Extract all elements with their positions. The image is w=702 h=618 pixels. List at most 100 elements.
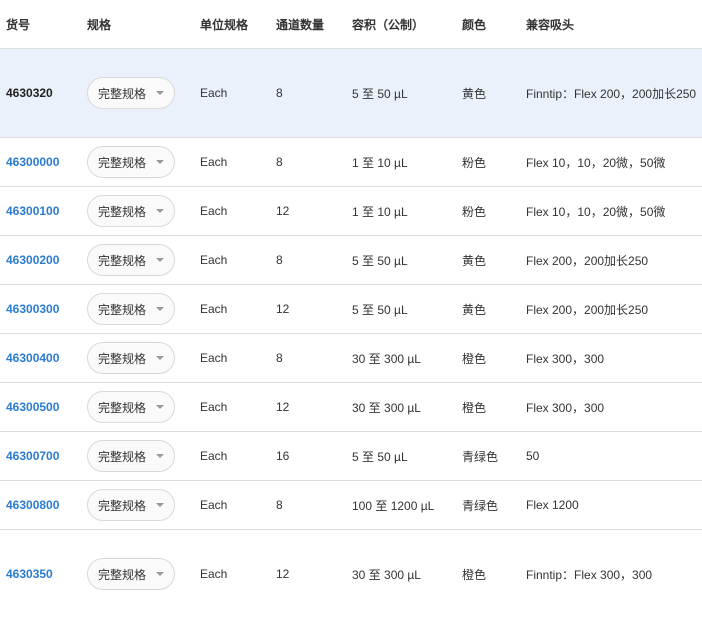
- sku-link[interactable]: 46300100: [0, 187, 87, 236]
- unit-cell: Each: [200, 481, 276, 530]
- table-row: 46300100 完整规格 Each 12 1 至 10 µL 粉色 Flex …: [0, 187, 702, 236]
- unit-cell: Each: [200, 383, 276, 432]
- tips-cell: Flex 300，300: [526, 334, 702, 383]
- header-spec[interactable]: 规格: [87, 0, 200, 49]
- channels-cell: 8: [276, 49, 352, 138]
- channels-cell: 8: [276, 481, 352, 530]
- tips-cell: Flex 10，10，20微，50微: [526, 187, 702, 236]
- header-color[interactable]: 颜色: [462, 0, 526, 49]
- sku-link[interactable]: 4630350: [0, 530, 87, 618]
- volume-cell: 5 至 50 µL: [352, 49, 462, 138]
- table-row: 46300000 完整规格 Each 8 1 至 10 µL 粉色 Flex 1…: [0, 138, 702, 187]
- color-cell: 黄色: [462, 236, 526, 285]
- header-volume[interactable]: 容积（公制）: [352, 0, 462, 49]
- table-row: 46300400 完整规格 Each 8 30 至 300 µL 橙色 Flex…: [0, 334, 702, 383]
- full-spec-label: 完整规格: [98, 203, 146, 220]
- channels-cell: 8: [276, 334, 352, 383]
- full-spec-button[interactable]: 完整规格: [87, 391, 175, 423]
- header-tips[interactable]: 兼容吸头: [526, 0, 702, 49]
- unit-cell: Each: [200, 236, 276, 285]
- full-spec-button[interactable]: 完整规格: [87, 489, 175, 521]
- unit-cell: Each: [200, 334, 276, 383]
- full-spec-label: 完整规格: [98, 252, 146, 269]
- sku-link[interactable]: 46300000: [0, 138, 87, 187]
- sku-link[interactable]: 46300700: [0, 432, 87, 481]
- full-spec-button[interactable]: 完整规格: [87, 146, 175, 178]
- table-row: 4630350 完整规格 Each 12 30 至 300 µL 橙色 Finn…: [0, 530, 702, 618]
- color-cell: 橙色: [462, 530, 526, 618]
- tips-cell: Flex 1200: [526, 481, 702, 530]
- volume-cell: 5 至 50 µL: [352, 236, 462, 285]
- full-spec-button[interactable]: 完整规格: [87, 558, 175, 590]
- tips-cell: Flex 10，10，20微，50微: [526, 138, 702, 187]
- tips-cell: Finntip：Flex 300，300: [526, 530, 702, 618]
- full-spec-label: 完整规格: [98, 448, 146, 465]
- chevron-down-icon: [156, 356, 164, 360]
- full-spec-button[interactable]: 完整规格: [87, 342, 175, 374]
- color-cell: 黄色: [462, 285, 526, 334]
- full-spec-label: 完整规格: [98, 566, 146, 583]
- chevron-down-icon: [156, 503, 164, 507]
- table-row: 46300200 完整规格 Each 8 5 至 50 µL 黄色 Flex 2…: [0, 236, 702, 285]
- sku-link[interactable]: 46300500: [0, 383, 87, 432]
- full-spec-button[interactable]: 完整规格: [87, 195, 175, 227]
- table-row: 46300700 完整规格 Each 16 5 至 50 µL 青绿色 50: [0, 432, 702, 481]
- sku-cell: 4630320: [0, 49, 87, 138]
- unit-cell: Each: [200, 49, 276, 138]
- full-spec-button[interactable]: 完整规格: [87, 293, 175, 325]
- full-spec-button[interactable]: 完整规格: [87, 77, 175, 109]
- channels-cell: 8: [276, 236, 352, 285]
- volume-cell: 1 至 10 µL: [352, 138, 462, 187]
- color-cell: 青绿色: [462, 432, 526, 481]
- chevron-down-icon: [156, 160, 164, 164]
- volume-cell: 5 至 50 µL: [352, 285, 462, 334]
- header-channels[interactable]: 通道数量: [276, 0, 352, 49]
- sku-link[interactable]: 46300200: [0, 236, 87, 285]
- unit-cell: Each: [200, 432, 276, 481]
- header-unit[interactable]: 单位规格: [200, 0, 276, 49]
- channels-cell: 12: [276, 530, 352, 618]
- tips-cell: 50: [526, 432, 702, 481]
- color-cell: 黄色: [462, 49, 526, 138]
- volume-cell: 30 至 300 µL: [352, 530, 462, 618]
- chevron-down-icon: [156, 209, 164, 213]
- table-row: 46300800 完整规格 Each 8 100 至 1200 µL 青绿色 F…: [0, 481, 702, 530]
- sku-link[interactable]: 46300300: [0, 285, 87, 334]
- volume-cell: 30 至 300 µL: [352, 383, 462, 432]
- tips-cell: Flex 200，200加长250: [526, 236, 702, 285]
- chevron-down-icon: [156, 454, 164, 458]
- unit-cell: Each: [200, 187, 276, 236]
- unit-cell: Each: [200, 530, 276, 618]
- volume-cell: 100 至 1200 µL: [352, 481, 462, 530]
- channels-cell: 16: [276, 432, 352, 481]
- channels-cell: 12: [276, 187, 352, 236]
- header-sku[interactable]: 货号: [0, 0, 87, 49]
- tips-cell: Finntip：Flex 200，200加长250: [526, 49, 702, 138]
- channels-cell: 8: [276, 138, 352, 187]
- chevron-down-icon: [156, 307, 164, 311]
- full-spec-button[interactable]: 完整规格: [87, 440, 175, 472]
- product-table: 货号 规格 单位规格 通道数量 容积（公制） 颜色 兼容吸头 4630320 完…: [0, 0, 702, 618]
- full-spec-label: 完整规格: [98, 154, 146, 171]
- table-row: 46300300 完整规格 Each 12 5 至 50 µL 黄色 Flex …: [0, 285, 702, 334]
- color-cell: 青绿色: [462, 481, 526, 530]
- chevron-down-icon: [156, 405, 164, 409]
- channels-cell: 12: [276, 285, 352, 334]
- full-spec-label: 完整规格: [98, 301, 146, 318]
- color-cell: 粉色: [462, 187, 526, 236]
- table-row: 4630320 完整规格 Each 8 5 至 50 µL 黄色 Finntip…: [0, 49, 702, 138]
- sku-link[interactable]: 46300800: [0, 481, 87, 530]
- color-cell: 橙色: [462, 334, 526, 383]
- volume-cell: 5 至 50 µL: [352, 432, 462, 481]
- color-cell: 橙色: [462, 383, 526, 432]
- tips-cell: Flex 200，200加长250: [526, 285, 702, 334]
- chevron-down-icon: [156, 258, 164, 262]
- chevron-down-icon: [156, 572, 164, 576]
- sku-link[interactable]: 46300400: [0, 334, 87, 383]
- chevron-down-icon: [156, 91, 164, 95]
- volume-cell: 30 至 300 µL: [352, 334, 462, 383]
- full-spec-button[interactable]: 完整规格: [87, 244, 175, 276]
- color-cell: 粉色: [462, 138, 526, 187]
- full-spec-label: 完整规格: [98, 399, 146, 416]
- full-spec-label: 完整规格: [98, 350, 146, 367]
